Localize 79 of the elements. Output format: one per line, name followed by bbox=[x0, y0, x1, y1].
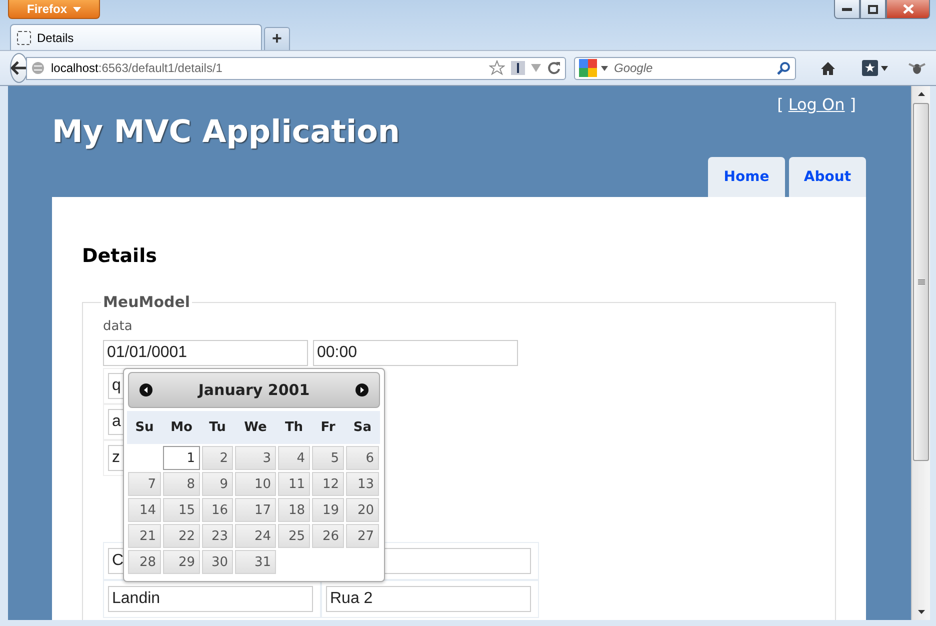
day-cell[interactable]: 5 bbox=[312, 446, 344, 470]
nav-tab[interactable]: Home bbox=[708, 157, 785, 197]
day-cell[interactable]: 22 bbox=[163, 524, 200, 548]
new-tab-button[interactable]: + bbox=[264, 27, 290, 50]
day-cell[interactable]: 16 bbox=[202, 498, 233, 522]
search-bar[interactable]: Google bbox=[574, 56, 796, 80]
day-cell[interactable]: 24 bbox=[235, 524, 276, 548]
legend-text: MeuModel bbox=[102, 293, 192, 311]
day-cell[interactable]: 7 bbox=[128, 472, 161, 496]
day-cell[interactable]: 3 bbox=[235, 446, 276, 470]
month-title: January 2001 bbox=[198, 381, 310, 399]
bookmarks-button[interactable] bbox=[862, 60, 888, 76]
day-cell[interactable]: 11 bbox=[278, 472, 310, 496]
day-cell[interactable]: 6 bbox=[346, 446, 379, 470]
weekday-label: Fr bbox=[311, 411, 345, 444]
weekday-label: We bbox=[234, 411, 277, 444]
day-cell[interactable]: 8 bbox=[163, 472, 200, 496]
page-heading: Details bbox=[82, 245, 158, 267]
minimize-button[interactable] bbox=[834, 0, 860, 19]
weekday-label: Th bbox=[277, 411, 311, 444]
day-cell[interactable]: 29 bbox=[163, 550, 200, 574]
day-cell[interactable]: 28 bbox=[128, 550, 161, 574]
nav-tab[interactable]: About bbox=[789, 157, 866, 197]
caret-icon bbox=[881, 66, 888, 70]
day-cell[interactable]: 18 bbox=[278, 498, 310, 522]
day-cell[interactable]: 31 bbox=[235, 550, 276, 574]
scrollbar[interactable] bbox=[911, 86, 930, 620]
maximize-icon bbox=[868, 4, 878, 14]
log-on-link[interactable]: Log On bbox=[788, 95, 845, 114]
weekday-label: Sa bbox=[345, 411, 380, 444]
maximize-button[interactable] bbox=[860, 0, 886, 19]
back-button[interactable] bbox=[10, 53, 28, 83]
day-cell[interactable]: 30 bbox=[202, 550, 233, 574]
day-cell[interactable]: 17 bbox=[235, 498, 276, 522]
day-cell[interactable]: 27 bbox=[346, 524, 379, 548]
page-icon bbox=[17, 30, 31, 44]
scroll-thumb[interactable] bbox=[913, 103, 929, 461]
day-cell[interactable]: 26 bbox=[312, 524, 344, 548]
day-cell[interactable]: 2 bbox=[202, 446, 233, 470]
day-cell[interactable]: 25 bbox=[278, 524, 310, 548]
field-label: data bbox=[103, 319, 134, 334]
reload-icon[interactable] bbox=[547, 61, 561, 75]
day-cell[interactable]: 15 bbox=[163, 498, 200, 522]
bug-icon[interactable] bbox=[908, 61, 926, 75]
address-bar[interactable]: localhost:6563/default1/details/1 bbox=[26, 56, 566, 80]
day-cell[interactable]: 23 bbox=[202, 524, 233, 548]
close-icon bbox=[902, 4, 914, 14]
day-cell[interactable]: 4 bbox=[278, 446, 310, 470]
day-cell[interactable]: 14 bbox=[128, 498, 161, 522]
day-cell[interactable]: 1 bbox=[163, 446, 200, 470]
text-field[interactable]: Landin bbox=[108, 586, 313, 612]
day-cell[interactable]: 13 bbox=[346, 472, 379, 496]
text-field[interactable]: Rua 2 bbox=[326, 586, 531, 612]
star-icon[interactable] bbox=[489, 60, 505, 76]
day-cell[interactable]: 9 bbox=[202, 472, 233, 496]
weekday-label: Mo bbox=[162, 411, 201, 444]
date-field[interactable]: 01/01/0001 bbox=[103, 340, 308, 366]
time-field[interactable]: 00:00 bbox=[313, 340, 518, 366]
bracket-text: ] bbox=[850, 95, 856, 114]
bracket-text: [ bbox=[777, 95, 784, 114]
search-engine-icon bbox=[579, 59, 597, 77]
weekday-label: Tu bbox=[201, 411, 234, 444]
day-cell[interactable]: 12 bbox=[312, 472, 344, 496]
globe-icon bbox=[31, 61, 45, 75]
next-month-button[interactable] bbox=[354, 383, 369, 397]
site-title: My MVC Application bbox=[52, 114, 400, 150]
caret-icon[interactable] bbox=[601, 66, 608, 70]
previous-month-button[interactable] bbox=[139, 383, 153, 397]
home-button[interactable] bbox=[820, 60, 836, 76]
weekday-label: Su bbox=[127, 411, 162, 444]
search-icon[interactable] bbox=[777, 61, 791, 75]
caret-icon bbox=[73, 6, 81, 12]
day-cell[interactable]: 20 bbox=[346, 498, 379, 522]
close-button[interactable] bbox=[886, 0, 930, 19]
browser-tab[interactable]: Details bbox=[10, 24, 262, 50]
day-cell[interactable]: 10 bbox=[235, 472, 276, 496]
minimize-icon bbox=[842, 7, 852, 11]
day-cell[interactable]: 21 bbox=[128, 524, 161, 548]
day-cell[interactable]: 19 bbox=[312, 498, 344, 522]
